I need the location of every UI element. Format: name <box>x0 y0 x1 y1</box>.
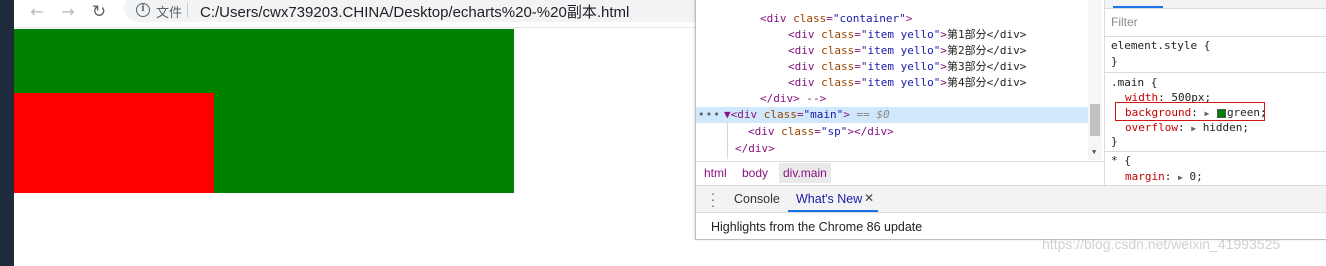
styles-pane: Filter element.style { } .main { width: … <box>1104 0 1326 185</box>
margin-declaration[interactable]: margin: ▶ 0; <box>1125 169 1203 184</box>
elements-scrollbar-thumb[interactable] <box>1090 104 1100 136</box>
dom-node-line[interactable]: <div class="item yello">第4部分</div> <box>696 75 1088 91</box>
overflow-declaration[interactable]: overflow: ▶ hidden; <box>1125 120 1249 135</box>
address-separator <box>187 3 188 17</box>
watermark: https://blog.csdn.net/weixin_41993525 <box>1042 236 1281 252</box>
tab-whats-new[interactable]: What's New <box>796 192 862 206</box>
scroll-down-icon[interactable]: ▼ <box>1092 148 1096 156</box>
elements-scrollbar[interactable] <box>1088 0 1102 160</box>
divider <box>1105 72 1326 73</box>
url-text[interactable]: C:/Users/cwx739203.CHINA/Desktop/echarts… <box>200 1 629 22</box>
drawer-menu-icon[interactable]: · · · <box>710 186 716 212</box>
rule-close: } <box>1111 55 1118 68</box>
dom-node-line[interactable]: <div class="item yello">第3部分</div> <box>696 59 1088 75</box>
breadcrumb-html[interactable]: html <box>704 166 727 180</box>
dom-node-line[interactable]: </div> --> <box>696 91 1088 107</box>
tree-guide-line <box>727 123 728 159</box>
elements-tree: <div class="container"> <div class="item… <box>696 0 1104 160</box>
whats-new-message: Highlights from the Chrome 86 update <box>711 220 923 234</box>
desktop-edge <box>0 0 14 266</box>
tab-console[interactable]: Console <box>734 192 780 206</box>
info-icon[interactable]: i <box>136 3 150 17</box>
star-selector[interactable]: * { <box>1111 153 1131 168</box>
drawer-tab-bar: · · · Console What's New ✕ <box>696 185 1326 212</box>
browser-toolbar: ← → ↻ i 文件 C:/Users/cwx739203.CHINA/Desk… <box>14 0 724 28</box>
dom-node-line[interactable]: <div class="sp"></div> <box>696 124 1088 140</box>
styles-tabs[interactable] <box>1105 0 1326 9</box>
rule-close: } <box>1111 135 1118 148</box>
expand-arrow-icon[interactable]: ▶ <box>1191 124 1196 133</box>
back-arrow-icon[interactable]: ← <box>24 1 50 23</box>
dom-node-line-selected[interactable]: ▼<div class="main"> == $0 <box>696 107 1088 123</box>
node-actions-icon[interactable]: ••• <box>698 108 721 121</box>
reload-icon[interactable]: ↻ <box>86 1 112 23</box>
forward-arrow-icon[interactable]: → <box>55 1 81 23</box>
element-style-rule[interactable]: element.style { <box>1111 38 1210 53</box>
divider <box>1105 36 1326 37</box>
dom-node-line[interactable]: <div class="item yello">第2部分</div> <box>696 43 1088 59</box>
divider <box>1105 151 1326 152</box>
close-icon[interactable]: ✕ <box>864 191 874 205</box>
sp-div <box>14 93 214 193</box>
devtools-panel: <div class="container"> <div class="item… <box>695 0 1326 240</box>
main-div <box>14 29 514 193</box>
file-scheme-label: 文件 <box>156 5 183 20</box>
breadcrumb-body[interactable]: body <box>742 166 768 180</box>
dom-node-line[interactable]: </div> <box>696 141 1088 157</box>
dom-node-line[interactable]: <div class="item yello">第1部分</div> <box>696 27 1088 43</box>
annotation-highlight-box <box>1115 102 1265 121</box>
expand-arrow-icon[interactable]: ▶ <box>1178 173 1183 182</box>
breadcrumb-div-main[interactable]: div.main <box>779 163 831 183</box>
styles-filter-input[interactable]: Filter <box>1111 15 1138 29</box>
dom-node-line[interactable]: <div class="container"> <box>696 11 1088 27</box>
main-selector[interactable]: .main { <box>1111 75 1157 90</box>
breadcrumb: html body div.main <box>696 161 1104 185</box>
styles-tab-underline <box>1113 6 1163 8</box>
